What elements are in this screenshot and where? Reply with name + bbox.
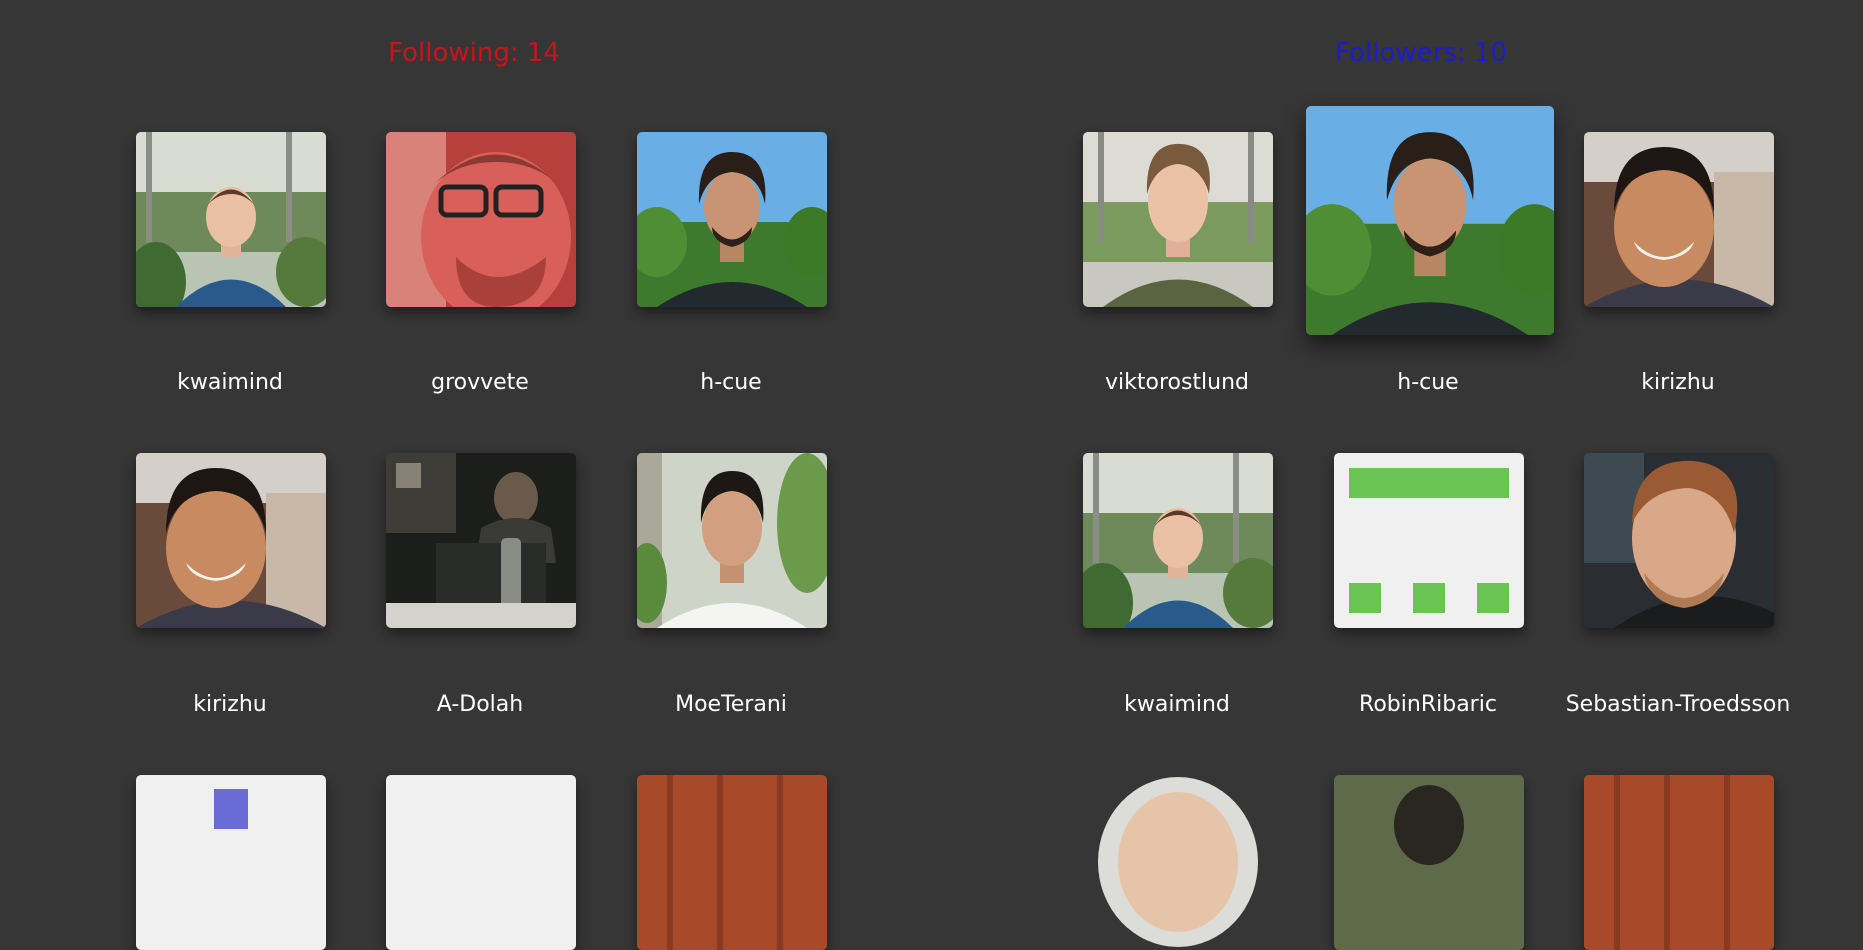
avatar-following-a-dolah[interactable]	[386, 453, 576, 628]
avatar-following-kirizhu[interactable]	[136, 453, 326, 628]
username-following-kwaimind[interactable]: kwaimind	[105, 370, 355, 395]
username-follower-sebastian-troedsson[interactable]: Sebastian-Troedsson	[1553, 692, 1803, 717]
avatar-follower-robinribaric-identicon[interactable]	[1334, 453, 1524, 628]
avatar-following-photo-partial[interactable]	[637, 775, 827, 950]
avatar-following-kwaimind[interactable]	[136, 132, 326, 307]
avatar-following-h-cue[interactable]	[637, 132, 827, 307]
avatar-follower-round-partial[interactable]	[1083, 775, 1273, 950]
username-following-moeterani[interactable]: MoeTerani	[606, 692, 856, 717]
avatar-following-identicon-partial-2[interactable]	[386, 775, 576, 950]
following-count-title: Following: 14	[388, 38, 560, 68]
username-following-kirizhu[interactable]: kirizhu	[105, 692, 355, 717]
username-follower-kirizhu[interactable]: kirizhu	[1553, 370, 1803, 395]
username-following-grovvete[interactable]: grovvete	[355, 370, 605, 395]
username-follower-viktorostlund[interactable]: viktorostlund	[1052, 370, 1302, 395]
followers-count-title: Followers: 10	[1335, 38, 1507, 68]
username-follower-h-cue[interactable]: h-cue	[1303, 370, 1553, 395]
avatar-follower-kirizhu[interactable]	[1584, 132, 1774, 307]
avatar-following-grovvete[interactable]	[386, 132, 576, 307]
avatar-following-identicon-partial[interactable]	[136, 775, 326, 950]
avatar-follower-photo-partial[interactable]	[1334, 775, 1524, 950]
avatar-follower-photo-partial-2[interactable]	[1584, 775, 1774, 950]
username-following-h-cue[interactable]: h-cue	[606, 370, 856, 395]
avatar-follower-h-cue[interactable]	[1306, 106, 1554, 335]
avatar-follower-kwaimind[interactable]	[1083, 453, 1273, 628]
avatar-following-moeterani[interactable]	[637, 453, 827, 628]
username-follower-kwaimind[interactable]: kwaimind	[1052, 692, 1302, 717]
username-following-a-dolah[interactable]: A-Dolah	[355, 692, 605, 717]
username-follower-robinribaric[interactable]: RobinRibaric	[1303, 692, 1553, 717]
avatar-follower-viktorostlund[interactable]	[1083, 132, 1273, 307]
avatar-follower-sebastian-troedsson[interactable]	[1584, 453, 1774, 628]
